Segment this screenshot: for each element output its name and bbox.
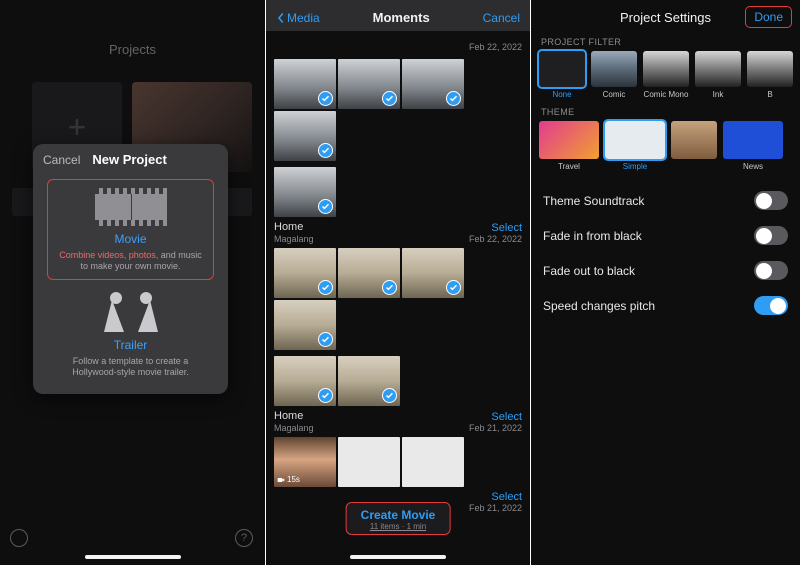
theme-travel[interactable]: Travel bbox=[539, 121, 599, 171]
selection-count: 11 items · 1 min bbox=[361, 522, 436, 531]
home-indicator bbox=[85, 555, 181, 559]
create-movie-button[interactable]: Create Movie 11 items · 1 min bbox=[346, 502, 451, 535]
theme-people[interactable] bbox=[671, 121, 717, 171]
thumb-row bbox=[274, 167, 522, 217]
spotlight-icon bbox=[104, 292, 158, 332]
media-thumb[interactable] bbox=[274, 111, 336, 161]
section-sub: Magalang bbox=[274, 423, 314, 433]
media-thumb[interactable] bbox=[338, 59, 400, 109]
media-thumb[interactable] bbox=[402, 248, 464, 298]
check-icon bbox=[446, 280, 461, 295]
section-name: Home bbox=[274, 221, 314, 233]
picker-nav: Media Moments Cancel bbox=[266, 0, 530, 31]
screen-moments-picker: Media Moments Cancel Feb 22, 2022 HomeMa… bbox=[266, 0, 531, 565]
check-icon bbox=[382, 388, 397, 403]
select-button[interactable]: Select bbox=[469, 411, 522, 423]
media-thumb[interactable] bbox=[274, 356, 336, 406]
filter-none[interactable]: None bbox=[539, 51, 585, 99]
check-icon bbox=[318, 332, 333, 347]
section-name: Home bbox=[274, 410, 314, 422]
media-thumb[interactable] bbox=[274, 59, 336, 109]
row-speed: Speed changes pitch bbox=[531, 288, 800, 323]
check-icon bbox=[318, 199, 333, 214]
new-project-modal: Cancel New Project Movie Combine videos,… bbox=[33, 144, 228, 394]
theme-simple[interactable]: Simple bbox=[605, 121, 665, 171]
media-thumb[interactable] bbox=[274, 248, 336, 298]
check-icon bbox=[446, 91, 461, 106]
row-fadein: Fade in from black bbox=[531, 218, 800, 253]
thumb-row bbox=[274, 248, 522, 350]
media-thumb[interactable]: 15s bbox=[274, 437, 336, 487]
section-sub: Magalang bbox=[274, 234, 314, 244]
thumb-row bbox=[274, 59, 522, 161]
option-movie-desc: Combine videos, photos, and music to mak… bbox=[58, 250, 203, 273]
group-theme-label: THEME bbox=[531, 103, 800, 119]
section-date: Feb 21, 2022 bbox=[469, 503, 522, 513]
media-thumb[interactable] bbox=[274, 167, 336, 217]
media-thumb[interactable] bbox=[338, 437, 400, 487]
help-icon[interactable]: ? bbox=[235, 529, 253, 547]
check-icon bbox=[382, 91, 397, 106]
select-button[interactable]: Select bbox=[469, 222, 522, 234]
picker-cancel-button[interactable]: Cancel bbox=[483, 11, 520, 25]
video-badge: 15s bbox=[277, 475, 300, 484]
screen-new-project: Projects + Cancel New Project Movie Comb… bbox=[0, 0, 266, 565]
plus-icon: + bbox=[68, 109, 87, 146]
back-button[interactable]: Media bbox=[276, 11, 320, 25]
row-soundtrack: Theme Soundtrack bbox=[531, 183, 800, 218]
modal-cancel-button[interactable]: Cancel bbox=[43, 153, 80, 167]
row-fadeout: Fade out to black bbox=[531, 253, 800, 288]
picker-title: Moments bbox=[373, 10, 430, 25]
chevron-left-icon bbox=[276, 12, 285, 24]
media-thumb[interactable] bbox=[274, 300, 336, 350]
home-indicator bbox=[350, 555, 446, 559]
media-thumb[interactable] bbox=[402, 59, 464, 109]
settings-list: Theme Soundtrack Fade in from black Fade… bbox=[531, 183, 800, 323]
thumb-row: 15s bbox=[274, 437, 522, 487]
option-movie[interactable]: Movie Combine videos, photos, and music … bbox=[47, 179, 214, 280]
option-trailer[interactable]: Trailer Follow a template to create a Ho… bbox=[47, 292, 214, 379]
media-thumb[interactable] bbox=[338, 356, 400, 406]
filter-more[interactable]: B bbox=[747, 51, 793, 99]
media-thumb[interactable] bbox=[338, 248, 400, 298]
toggle-fadein[interactable] bbox=[754, 226, 788, 245]
check-icon bbox=[318, 143, 333, 158]
section-date: Feb 22, 2022 bbox=[469, 234, 522, 244]
screen-project-settings: Project Settings Done PROJECT FILTER Non… bbox=[531, 0, 800, 565]
section-date: Feb 21, 2022 bbox=[469, 423, 522, 433]
filter-ink[interactable]: Ink bbox=[695, 51, 741, 99]
toggle-speed[interactable] bbox=[754, 296, 788, 315]
check-icon bbox=[318, 388, 333, 403]
theme-strip[interactable]: Travel Simple News bbox=[531, 119, 800, 175]
more-icon[interactable] bbox=[10, 529, 28, 547]
media-thumb[interactable] bbox=[402, 437, 464, 487]
modal-title: New Project bbox=[80, 152, 218, 167]
group-filter-label: PROJECT FILTER bbox=[531, 33, 800, 49]
option-trailer-label: Trailer bbox=[47, 338, 214, 352]
check-icon bbox=[382, 280, 397, 295]
check-icon bbox=[318, 280, 333, 295]
projects-title: Projects bbox=[0, 42, 265, 57]
toggle-fadeout[interactable] bbox=[754, 261, 788, 280]
theme-news[interactable]: News bbox=[723, 121, 783, 171]
film-icon bbox=[95, 188, 167, 226]
section-date: Feb 22, 2022 bbox=[469, 42, 522, 52]
option-movie-label: Movie bbox=[54, 232, 207, 246]
thumb-row bbox=[274, 356, 522, 406]
check-icon bbox=[318, 91, 333, 106]
filter-strip[interactable]: None Comic Comic Mono Ink B bbox=[531, 49, 800, 103]
filter-comic[interactable]: Comic bbox=[591, 51, 637, 99]
filter-comic-mono[interactable]: Comic Mono bbox=[643, 51, 689, 99]
settings-title: Project Settings bbox=[620, 10, 711, 25]
option-trailer-desc: Follow a template to create a Hollywood-… bbox=[51, 356, 210, 379]
toggle-soundtrack[interactable] bbox=[754, 191, 788, 210]
select-button[interactable]: Select bbox=[469, 491, 522, 503]
done-button[interactable]: Done bbox=[745, 6, 792, 28]
